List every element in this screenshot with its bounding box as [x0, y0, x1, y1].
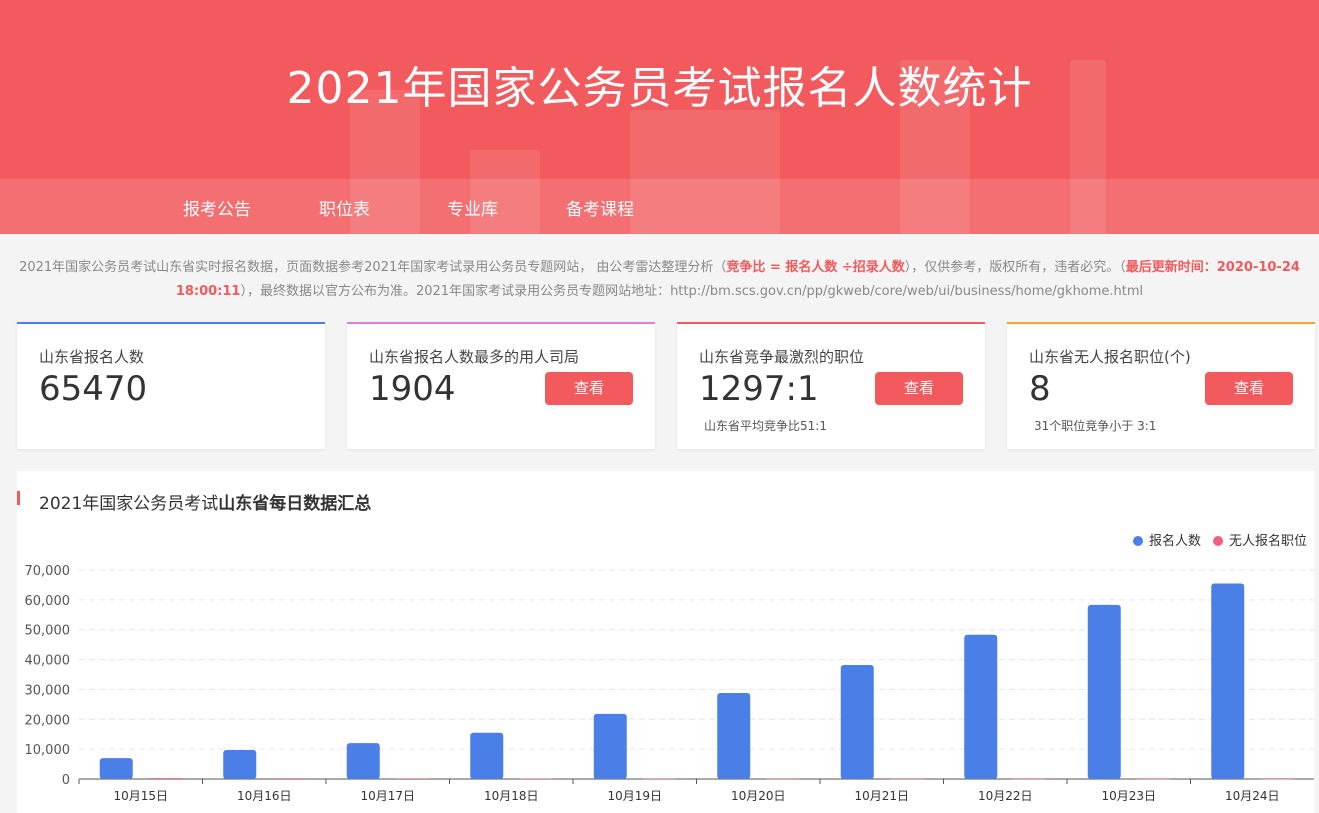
x-tick-label: 10月19日 [607, 789, 662, 803]
nav-item-major-library[interactable]: 专业库 [447, 195, 498, 220]
card-subtext: 山东省平均竞争比51:1 [704, 419, 827, 433]
nav-item-announcement[interactable]: 报考公告 [183, 195, 251, 220]
card-value: 1904 [369, 369, 456, 409]
bar-no-applicant [642, 778, 676, 780]
x-tick-label: 10月16日 [237, 789, 292, 803]
card-value: 65470 [39, 369, 148, 409]
y-tick-label: 30,000 [25, 683, 71, 698]
bar-registrations [1087, 604, 1121, 779]
card-label: 山东省无人报名职位(个) [1029, 348, 1191, 366]
notice-text: 2021年国家公务员考试山东省实时报名数据，页面数据参考2021年国家考试录用公… [19, 260, 727, 275]
bar-no-applicant [766, 778, 800, 780]
x-tick-label: 10月23日 [1101, 789, 1156, 803]
x-tick-label: 10月17日 [360, 789, 415, 803]
notice-text: ），仅供参考，版权所有，违者必究。（ [904, 260, 1126, 275]
card-value: 8 [1029, 369, 1051, 409]
y-tick-label: 20,000 [25, 713, 71, 728]
y-tick-label: 50,000 [25, 624, 71, 639]
header-banner: 2021年国家公务员考试报名人数统计 报考公告 职位表 专业库 备考课程 [0, 0, 1319, 234]
card-subtext: 31个职位竞争小于 3:1 [1034, 419, 1157, 433]
view-button[interactable]: 查看 [1205, 372, 1293, 405]
bar-registrations [1211, 583, 1245, 779]
notice-text: ），最终数据以官方公布为准。2021年国家考试录用公务员专题网站地址：http:… [240, 284, 1144, 299]
bar-no-applicant [889, 778, 923, 780]
nav-item-position-table[interactable]: 职位表 [319, 195, 370, 220]
x-tick-label: 10月18日 [484, 789, 539, 803]
bar-registrations [964, 634, 998, 779]
main-nav: 报考公告 职位表 专业库 备考课程 [0, 179, 1319, 234]
data-notice: 2021年国家公务员考试山东省实时报名数据，页面数据参考2021年国家考试录用公… [0, 256, 1319, 304]
bar-no-applicant [1013, 778, 1047, 780]
x-tick-label: 10月22日 [978, 789, 1033, 803]
bar-no-applicant [519, 778, 553, 780]
page-title: 2021年国家公务员考试报名人数统计 [286, 63, 1033, 114]
ratio-formula: 竞争比 = 报名人数 ÷招录人数 [726, 260, 905, 275]
bar-no-applicant [148, 778, 182, 779]
bar-registrations [593, 713, 627, 779]
bar-no-applicant [272, 778, 306, 779]
card-label: 山东省报名人数 [39, 348, 145, 366]
bar-registrations [840, 664, 874, 779]
y-tick-label: 40,000 [25, 654, 71, 669]
x-tick-label: 10月21日 [854, 789, 909, 803]
daily-summary-panel: 2021年国家公务员考试山东省每日数据汇总 报名人数 无人报名职位 0 10,00… [17, 471, 1314, 813]
x-tick-label: 10月24日 [1225, 789, 1280, 803]
bar-no-applicant [1136, 778, 1170, 780]
y-tick-label: 70,000 [25, 564, 71, 579]
card-label: 山东省竞争最激烈的职位 [699, 348, 865, 366]
bar-no-applicant [395, 778, 429, 779]
bar-no-applicant [1260, 778, 1294, 780]
stat-card-total-registrations: 山东省报名人数 65470 [17, 322, 325, 449]
nav-item-prep-courses[interactable]: 备考课程 [566, 195, 634, 220]
x-tick-label: 10月15日 [113, 789, 168, 803]
stat-card-no-applicants: 山东省无人报名职位(个) 8 查看 31个职位竞争小于 3:1 [1007, 322, 1315, 449]
view-button[interactable]: 查看 [545, 372, 633, 405]
y-tick-label: 0 [62, 773, 70, 788]
bar-registrations [470, 732, 504, 779]
bar-registrations [99, 758, 133, 779]
y-tick-label: 60,000 [25, 594, 71, 609]
bar-registrations [346, 743, 380, 779]
card-label: 山东省报名人数最多的用人司局 [369, 348, 580, 366]
daily-bar-chart: 0 10,000 20,000 30,000 40,000 50,000 60,000 70,… [25, 564, 1314, 803]
bar-registrations [717, 693, 751, 779]
stat-card-top-department: 山东省报名人数最多的用人司局 1904 查看 [347, 322, 655, 449]
view-button[interactable]: 查看 [875, 372, 963, 405]
stat-card-top-competition: 山东省竞争最激烈的职位 1297:1 查看 山东省平均竞争比51:1 [677, 322, 985, 449]
y-tick-label: 10,000 [25, 743, 71, 758]
bar-registrations [223, 750, 257, 779]
card-value: 1297:1 [699, 369, 819, 409]
x-tick-label: 10月20日 [731, 789, 786, 803]
